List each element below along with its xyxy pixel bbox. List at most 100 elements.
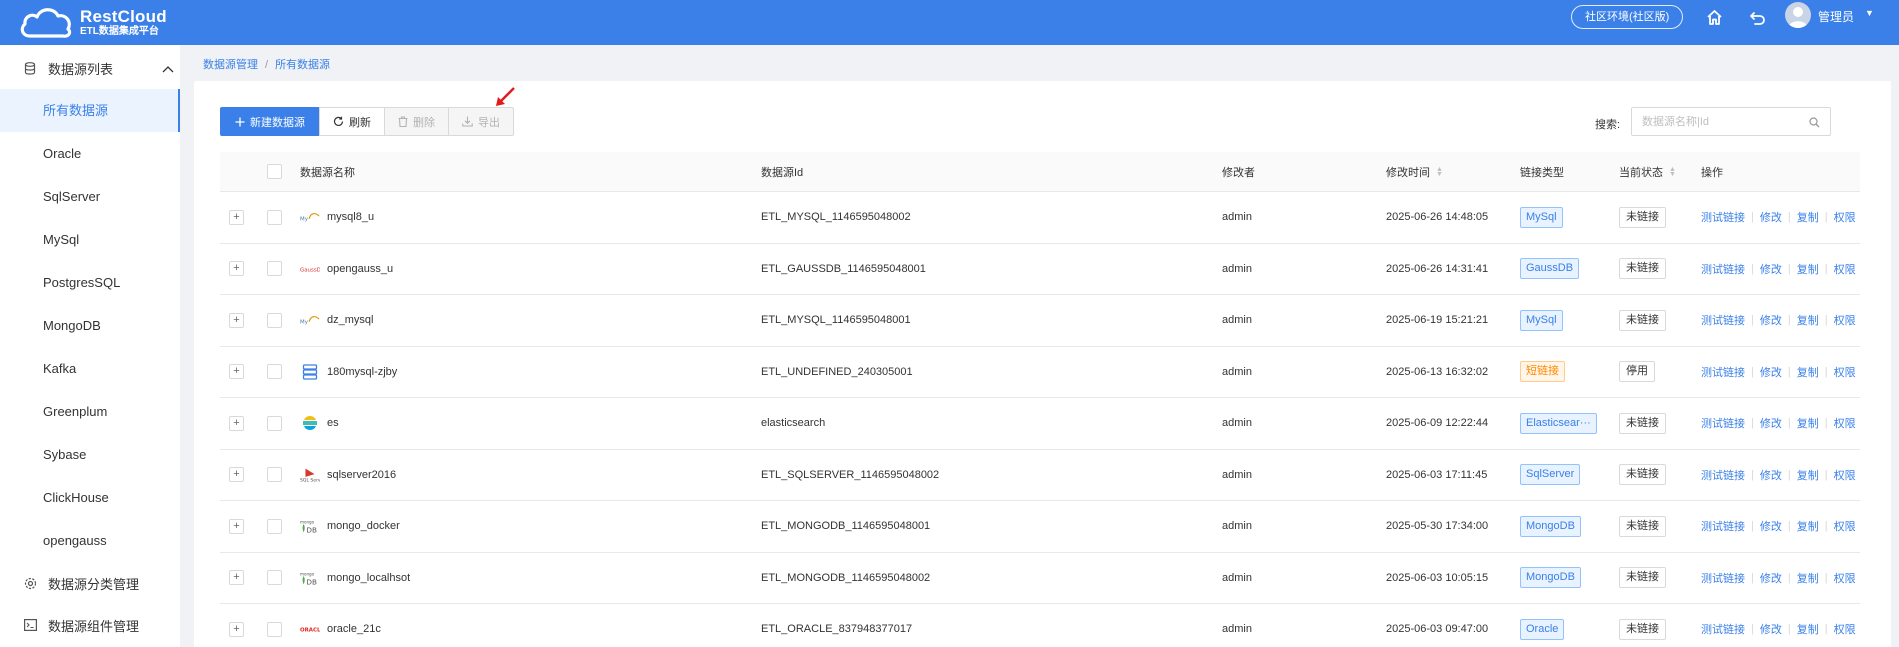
row-checkbox[interactable] xyxy=(267,209,282,225)
permission-link[interactable]: 权限 xyxy=(1834,261,1856,277)
search-icon[interactable] xyxy=(1809,116,1820,131)
permission-link[interactable]: 权限 xyxy=(1834,467,1856,483)
sidebar-item-sybase[interactable]: Sybase xyxy=(0,433,180,476)
row-name[interactable]: 180mysql-zjby xyxy=(327,366,397,378)
table-row: + mongo DB mongo_docker ETL_MONGODB_11465950… xyxy=(220,501,1860,553)
row-name[interactable]: sqlserver2016 xyxy=(327,469,396,481)
svg-text:mongo: mongo xyxy=(300,520,315,525)
copy-link[interactable]: 复制 xyxy=(1797,621,1819,637)
row-checkbox[interactable] xyxy=(267,261,282,277)
expand-row-icon[interactable]: + xyxy=(229,518,244,534)
copy-link[interactable]: 复制 xyxy=(1797,312,1819,328)
chevron-up-icon[interactable] xyxy=(162,61,174,76)
edit-link[interactable]: 修改 xyxy=(1760,261,1782,277)
copy-link[interactable]: 复制 xyxy=(1797,364,1819,380)
header-status[interactable]: 当前状态 ▲ ▼ xyxy=(1619,152,1676,191)
edit-link[interactable]: 修改 xyxy=(1760,312,1782,328)
copy-link[interactable]: 复制 xyxy=(1797,209,1819,225)
row-name[interactable]: dz_mysql xyxy=(327,314,373,326)
row-name[interactable]: es xyxy=(327,417,339,429)
user-name[interactable]: 管理员 xyxy=(1818,8,1854,25)
permission-link[interactable]: 权限 xyxy=(1834,312,1856,328)
sidebar-group-category-management[interactable]: 数据源分类管理 xyxy=(0,562,180,604)
sidebar-item-mysql[interactable]: MySql xyxy=(0,218,180,261)
permission-link[interactable]: 权限 xyxy=(1834,364,1856,380)
row-checkbox[interactable] xyxy=(267,312,282,328)
expand-row-icon[interactable]: + xyxy=(229,209,244,225)
edit-link[interactable]: 修改 xyxy=(1760,518,1782,534)
home-icon[interactable] xyxy=(1702,5,1726,29)
search-input[interactable] xyxy=(1632,108,1802,135)
caret-down-icon[interactable]: ▼ xyxy=(1865,8,1874,18)
row-checkbox[interactable] xyxy=(267,570,282,586)
sidebar-item-opengauss[interactable]: opengauss xyxy=(0,519,180,562)
row-checkbox[interactable] xyxy=(267,621,282,637)
copy-link[interactable]: 复制 xyxy=(1797,415,1819,431)
expand-row-icon[interactable]: + xyxy=(229,570,244,586)
sort-icon[interactable]: ▲ ▼ xyxy=(1669,166,1676,178)
edit-link[interactable]: 修改 xyxy=(1760,364,1782,380)
sidebar-item-oracle[interactable]: Oracle xyxy=(0,132,180,175)
edit-link[interactable]: 修改 xyxy=(1760,570,1782,586)
row-name[interactable]: opengauss_u xyxy=(327,263,393,275)
back-arrow-icon[interactable] xyxy=(1745,5,1769,29)
expand-row-icon[interactable]: + xyxy=(229,261,244,277)
sort-icon[interactable]: ▲ ▼ xyxy=(1436,166,1443,178)
copy-link[interactable]: 复制 xyxy=(1797,570,1819,586)
type-tag: MySql xyxy=(1520,206,1563,228)
row-checkbox[interactable] xyxy=(267,467,282,483)
environment-button[interactable]: 社区环境(社区版) xyxy=(1571,5,1684,29)
row-checkbox[interactable] xyxy=(267,518,282,534)
edit-link[interactable]: 修改 xyxy=(1760,621,1782,637)
test-connection-link[interactable]: 测试链接 xyxy=(1701,518,1745,534)
header-time[interactable]: 修改时间 ▲ ▼ xyxy=(1386,152,1443,191)
row-name[interactable]: mongo_localhsot xyxy=(327,572,410,584)
expand-row-icon[interactable]: + xyxy=(229,467,244,483)
row-checkbox[interactable] xyxy=(267,415,282,431)
test-connection-link[interactable]: 测试链接 xyxy=(1701,415,1745,431)
copy-link[interactable]: 复制 xyxy=(1797,261,1819,277)
test-connection-link[interactable]: 测试链接 xyxy=(1701,467,1745,483)
breadcrumb-parent[interactable]: 数据源管理 xyxy=(203,59,258,71)
sidebar-item-mongodb[interactable]: MongoDB xyxy=(0,304,180,347)
edit-link[interactable]: 修改 xyxy=(1760,467,1782,483)
test-connection-link[interactable]: 测试链接 xyxy=(1701,621,1745,637)
sidebar-item-postgressql[interactable]: PostgresSQL xyxy=(0,261,180,304)
edit-link[interactable]: 修改 xyxy=(1760,415,1782,431)
sidebar-item-kafka[interactable]: Kafka xyxy=(0,347,180,390)
expand-row-icon[interactable]: + xyxy=(229,312,244,328)
row-name[interactable]: mongo_docker xyxy=(327,520,400,532)
permission-link[interactable]: 权限 xyxy=(1834,209,1856,225)
permission-link[interactable]: 权限 xyxy=(1834,570,1856,586)
sidebar-item-greenplum[interactable]: Greenplum xyxy=(0,390,180,433)
test-connection-link[interactable]: 测试链接 xyxy=(1701,312,1745,328)
sidebar-item-all[interactable]: 所有数据源 xyxy=(0,89,180,132)
permission-link[interactable]: 权限 xyxy=(1834,518,1856,534)
copy-link[interactable]: 复制 xyxy=(1797,467,1819,483)
test-connection-link[interactable]: 测试链接 xyxy=(1701,209,1745,225)
expand-row-icon[interactable]: + xyxy=(229,621,244,637)
edit-link[interactable]: 修改 xyxy=(1760,209,1782,225)
logo[interactable]: RestCloud ETL数据集成平台 xyxy=(18,0,167,45)
select-all-checkbox[interactable] xyxy=(267,164,282,179)
copy-link[interactable]: 复制 xyxy=(1797,518,1819,534)
test-connection-link[interactable]: 测试链接 xyxy=(1701,570,1745,586)
expand-row-icon[interactable]: + xyxy=(229,415,244,431)
permission-link[interactable]: 权限 xyxy=(1834,415,1856,431)
row-name[interactable]: oracle_21c xyxy=(327,623,381,635)
export-button[interactable]: 导出 xyxy=(448,107,514,136)
permission-link[interactable]: 权限 xyxy=(1834,621,1856,637)
row-checkbox[interactable] xyxy=(267,364,282,380)
row-name[interactable]: mysql8_u xyxy=(327,211,374,223)
sidebar-item-sqlserver[interactable]: SqlServer xyxy=(0,175,180,218)
delete-button[interactable]: 删除 xyxy=(384,107,449,136)
user-avatar[interactable] xyxy=(1785,2,1811,28)
refresh-button[interactable]: 刷新 xyxy=(319,107,385,136)
test-connection-link[interactable]: 测试链接 xyxy=(1701,364,1745,380)
sidebar-group-component-management[interactable]: 数据源组件管理 xyxy=(0,604,180,646)
sidebar-group-datasource-list[interactable]: 数据源列表 xyxy=(0,47,180,89)
test-connection-link[interactable]: 测试链接 xyxy=(1701,261,1745,277)
new-datasource-button[interactable]: 新建数据源 xyxy=(220,107,320,136)
expand-row-icon[interactable]: + xyxy=(229,364,244,380)
sidebar-item-clickhouse[interactable]: ClickHouse xyxy=(0,476,180,519)
